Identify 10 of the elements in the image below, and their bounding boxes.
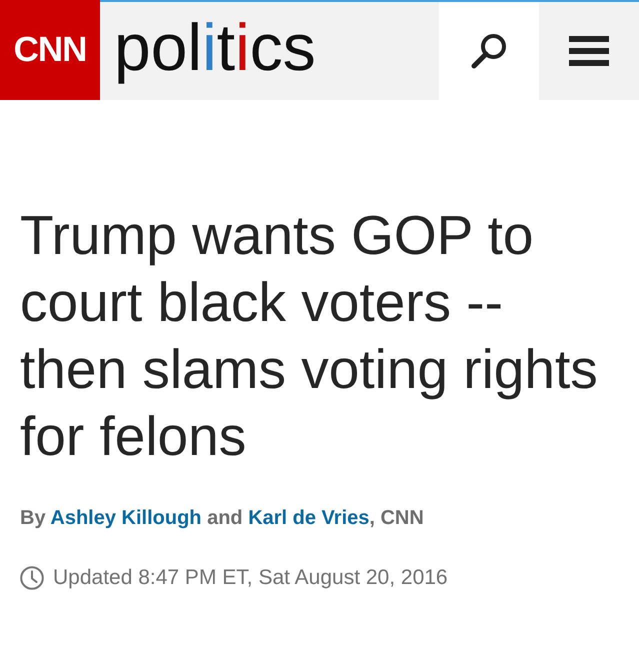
byline: By Ashley Killough and Karl de Vries, CNN — [20, 506, 425, 530]
menu-icon — [569, 36, 609, 66]
logo-link[interactable]: CNN — [0, 0, 100, 100]
search-icon — [470, 32, 508, 70]
author-link[interactable]: Karl de Vries — [248, 507, 370, 529]
author-link[interactable]: Ashley Killough — [50, 507, 202, 529]
search-button[interactable] — [439, 2, 539, 100]
updated-timestamp: Updated 8:47 PM ET, Sat August 20, 2016 — [53, 565, 448, 591]
headline: Trump wants GOP to court black voters -- then slams voting rights for felons — [20, 203, 599, 469]
clock-icon — [20, 566, 44, 590]
